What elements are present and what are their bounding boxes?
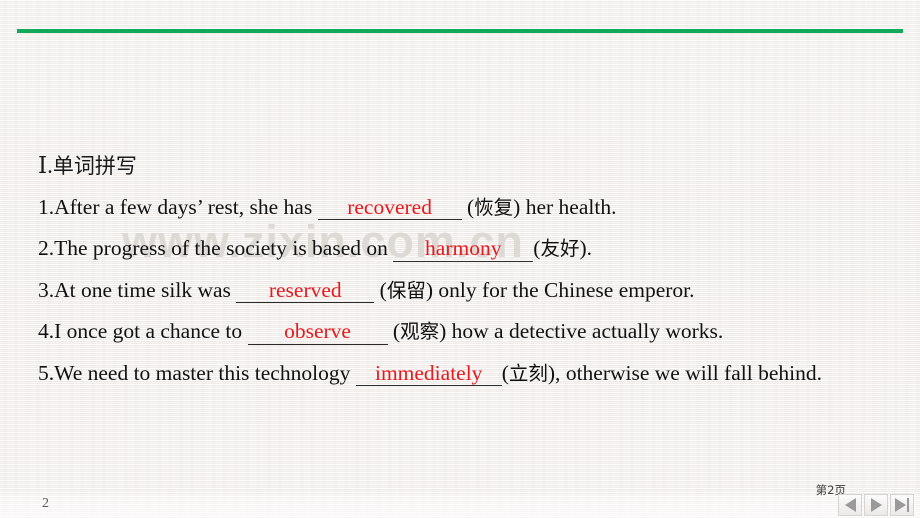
triangle-right-bar-icon (895, 498, 909, 512)
previous-slide-button[interactable] (838, 494, 862, 516)
question-text-after: only for the Chinese emperor. (438, 277, 695, 302)
hint-close-paren: ), (547, 360, 561, 385)
triangle-right-icon (870, 498, 882, 512)
question-text-before: At one time silk was (54, 277, 231, 302)
hint-close-paren: ) (425, 277, 433, 302)
accent-rule (17, 29, 903, 33)
question-hint: 友好 (540, 237, 580, 261)
triangle-right-glyph (895, 498, 906, 512)
question-text-before: We need to master this technology (54, 360, 351, 385)
answer-blank[interactable]: reserved (236, 279, 375, 304)
answer-blank[interactable]: harmony (393, 238, 534, 262)
footer-band (0, 494, 920, 518)
hint-close-paren: ) (439, 319, 447, 344)
question-text-before: I once got a chance to (54, 319, 243, 344)
hint-open-paren: ( (379, 277, 387, 302)
play-slide-button[interactable] (864, 494, 888, 516)
question-text-after: how a detective actually works. (451, 319, 724, 344)
question-item: 3.At one time silk was reserved (保留) onl… (38, 277, 898, 304)
section-roman-numeral: Ⅰ (38, 153, 48, 178)
question-number: 4. (38, 319, 55, 344)
question-item: 5.We need to master this technology imme… (38, 360, 898, 387)
slide-content: Ⅰ.单词拼写 1.After a few days’ rest, she has… (38, 152, 898, 404)
question-hint: 观察 (400, 320, 440, 344)
question-text-before: The progress of the society is based on (54, 236, 388, 261)
hint-close-paren: ). (579, 236, 592, 261)
question-text-before: After a few days’ rest, she has (54, 194, 313, 219)
last-slide-button[interactable] (890, 494, 914, 516)
question-number: 5. (38, 360, 55, 385)
question-number: 3. (38, 277, 55, 302)
question-item: 1.After a few days’ rest, she has recove… (38, 194, 898, 221)
end-bar-glyph (907, 498, 909, 512)
page-title: Ⅰ.单词拼写 (38, 152, 898, 181)
hint-close-paren: ) (513, 194, 521, 219)
question-hint: 立刻 (508, 361, 548, 385)
slide-canvas: www.zixin.com.cn Ⅰ.单词拼写 1.After a few da… (0, 0, 920, 518)
question-item: 2.The progress of the society is based o… (38, 238, 898, 262)
question-item: 4.I once got a chance to observe (观察) ho… (38, 321, 898, 345)
hint-open-paren: ( (392, 319, 401, 344)
question-hint: 保留 (386, 278, 426, 302)
hint-open-paren: ( (501, 360, 509, 385)
answer-blank[interactable]: observe (247, 321, 388, 345)
triangle-left-icon (844, 498, 856, 512)
answer-blank[interactable]: immediately (355, 362, 502, 387)
question-number: 1. (38, 194, 55, 219)
slide-number: 2 (42, 496, 49, 511)
slideshow-navigation (836, 482, 914, 516)
question-text-after: otherwise we will fall behind. (565, 360, 822, 385)
section-title-text: 单词拼写 (52, 154, 137, 178)
question-number: 2. (38, 236, 55, 261)
answer-blank[interactable]: recovered (317, 196, 462, 221)
question-hint: 恢复 (474, 195, 514, 219)
question-text-after: her health. (525, 194, 617, 219)
